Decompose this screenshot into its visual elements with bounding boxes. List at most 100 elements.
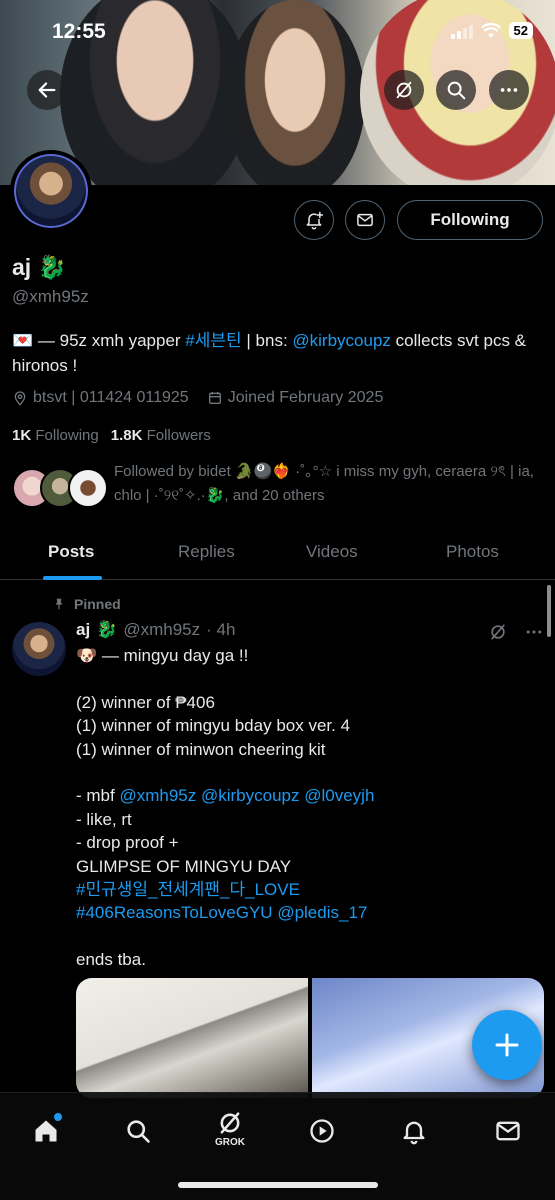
status-time: 12:55: [52, 20, 106, 43]
post-text-segment: 🐶 — mingyu day ga !!: [76, 646, 249, 665]
bell-icon: [403, 1121, 425, 1145]
post-line: [76, 761, 536, 784]
post-line: [76, 667, 536, 690]
unread-dot: [54, 1113, 62, 1121]
envelope-icon: [496, 1121, 520, 1141]
bell-plus-icon: [306, 211, 324, 230]
location-pin-icon: [14, 391, 26, 406]
post-text-segment: (1) winner of mingyu bday box ver. 4: [76, 716, 351, 736]
profile-name-text: aj: [12, 254, 32, 280]
post-text-segment: (2) winner of ₱406: [76, 692, 215, 712]
more-button[interactable]: [489, 70, 529, 110]
nav-search[interactable]: [118, 1111, 158, 1151]
followers-count: 1.8K: [110, 427, 143, 444]
message-button[interactable]: [345, 200, 385, 240]
status-bar: 12:55 52: [0, 18, 555, 48]
status-icons: 52: [450, 22, 533, 39]
play-circle-icon: [310, 1119, 334, 1143]
search-icon: [447, 81, 466, 100]
bio-hashtag-link[interactable]: #세븐틴: [185, 331, 241, 350]
search-button[interactable]: [436, 70, 476, 110]
post-actions: [488, 622, 544, 642]
grok-button[interactable]: [384, 70, 424, 110]
post-link[interactable]: @l0veyjh: [304, 786, 374, 805]
plus-icon: [495, 1033, 519, 1057]
post-link[interactable]: @xmh95z: [119, 786, 196, 805]
pin-icon: [55, 598, 63, 610]
battery-indicator: 52: [508, 22, 533, 39]
bio-text: | bns:: [241, 331, 293, 350]
compose-button[interactable]: [472, 1010, 542, 1080]
home-icon: [35, 1120, 57, 1142]
nav-videos[interactable]: [302, 1111, 342, 1151]
post-author-avatar[interactable]: [12, 622, 66, 676]
post-link[interactable]: @kirbycoupz: [201, 786, 300, 805]
profile-joined: Joined February 2025: [207, 389, 384, 407]
wifi-icon: [480, 22, 501, 38]
search-icon: [127, 1120, 150, 1143]
bio-text: — 95z xmh yapper: [33, 331, 186, 350]
post-link[interactable]: #406ReasonsToLoveGYU: [76, 903, 273, 922]
post-image[interactable]: [76, 978, 308, 1098]
profile-name-emoji: 🐉: [37, 254, 67, 280]
joined-text: Joined February 2025: [227, 389, 384, 406]
back-button[interactable]: [27, 70, 67, 110]
profile-avatar[interactable]: [10, 150, 92, 232]
post-line: (1) winner of minwon cheering kit: [76, 738, 536, 761]
post-line: ends tba.: [76, 948, 536, 971]
nav-messages[interactable]: [488, 1111, 528, 1151]
post-link[interactable]: #민규생일_전세계팬_다_LOVE: [76, 880, 300, 899]
profile-handle: @xmh95z: [12, 287, 89, 306]
more-dots-icon[interactable]: [524, 622, 544, 642]
bio-mention-link[interactable]: @kirbycoupz: [292, 331, 391, 350]
following-label: Following: [35, 427, 99, 444]
active-tab-indicator: [43, 576, 102, 580]
home-indicator: [178, 1182, 378, 1188]
grok-label: GROK: [215, 1137, 245, 1148]
nav-notifications[interactable]: [394, 1111, 434, 1151]
tab-photos[interactable]: Photos: [446, 542, 499, 562]
profile-location: btsvt | 011424 011925: [12, 389, 189, 407]
grok-icon: [220, 1112, 240, 1134]
post-text-segment: - drop proof +: [76, 833, 179, 853]
location-text: btsvt | 011424 011925: [33, 389, 189, 406]
notifications-subscribe-button[interactable]: [294, 200, 334, 240]
post-author-handle[interactable]: @xmh95z: [123, 620, 200, 640]
post-text-segment: GLIMPSE OF MINGYU DAY: [76, 856, 292, 876]
more-dots-icon: [500, 88, 518, 92]
signal-icon: [450, 23, 473, 39]
tab-replies[interactable]: Replies: [178, 542, 235, 562]
arrow-left-icon: [38, 82, 56, 98]
followers-label: Followers: [146, 427, 211, 444]
post-time: · 4h: [206, 620, 236, 639]
calendar-icon: [208, 392, 221, 404]
tab-posts[interactable]: Posts: [48, 542, 94, 562]
scrollbar[interactable]: [547, 585, 551, 637]
post-line: - mbf @xmh95z @kirbycoupz @l0veyjh: [76, 784, 536, 807]
nav-grok[interactable]: GROK: [210, 1103, 250, 1148]
post-line: (2) winner of ₱406: [76, 691, 536, 714]
tab-videos[interactable]: Videos: [306, 542, 358, 562]
followed-by-text: Followed by bidet 🐊🎱❤️‍🔥 ·˚｡°☆ i miss my…: [114, 463, 534, 504]
followers-stat[interactable]: 1.8K Followers: [111, 427, 211, 444]
post-header: aj 🐉 @xmh95z · 4h: [76, 620, 235, 640]
pinned-label: Pinned: [52, 596, 121, 612]
post-text-segment: - mbf: [76, 786, 120, 806]
post-text: 🐶 — mingyu day ga !! (2) winner of ₱406 (1…: [76, 644, 536, 972]
post-link[interactable]: @pledis_17: [277, 903, 367, 922]
nav-home[interactable]: [26, 1111, 66, 1151]
following-button[interactable]: Following: [397, 200, 543, 240]
post-line: (1) winner of mingyu bday box ver. 4: [76, 714, 536, 737]
grok-icon[interactable]: [488, 622, 508, 642]
profile-stats: 1K Following 1.8K Followers: [12, 427, 211, 444]
pinned-text: Pinned: [74, 596, 121, 612]
following-stat[interactable]: 1K Following: [12, 427, 99, 444]
post-author-name[interactable]: aj: [76, 620, 90, 640]
post-line: #406ReasonsToLoveGYU @pledis_17: [76, 901, 536, 924]
followed-by-row[interactable]: Followed by bidet 🐊🎱❤️‍🔥 ·˚｡°☆ i miss my…: [12, 460, 552, 520]
follower-avatar: [68, 468, 108, 508]
post-line: #민규생일_전세계팬_다_LOVE: [76, 878, 536, 901]
post-line: [76, 925, 536, 948]
post-text-segment: (1) winner of minwon cheering kit: [76, 739, 326, 759]
following-count: 1K: [12, 427, 32, 444]
